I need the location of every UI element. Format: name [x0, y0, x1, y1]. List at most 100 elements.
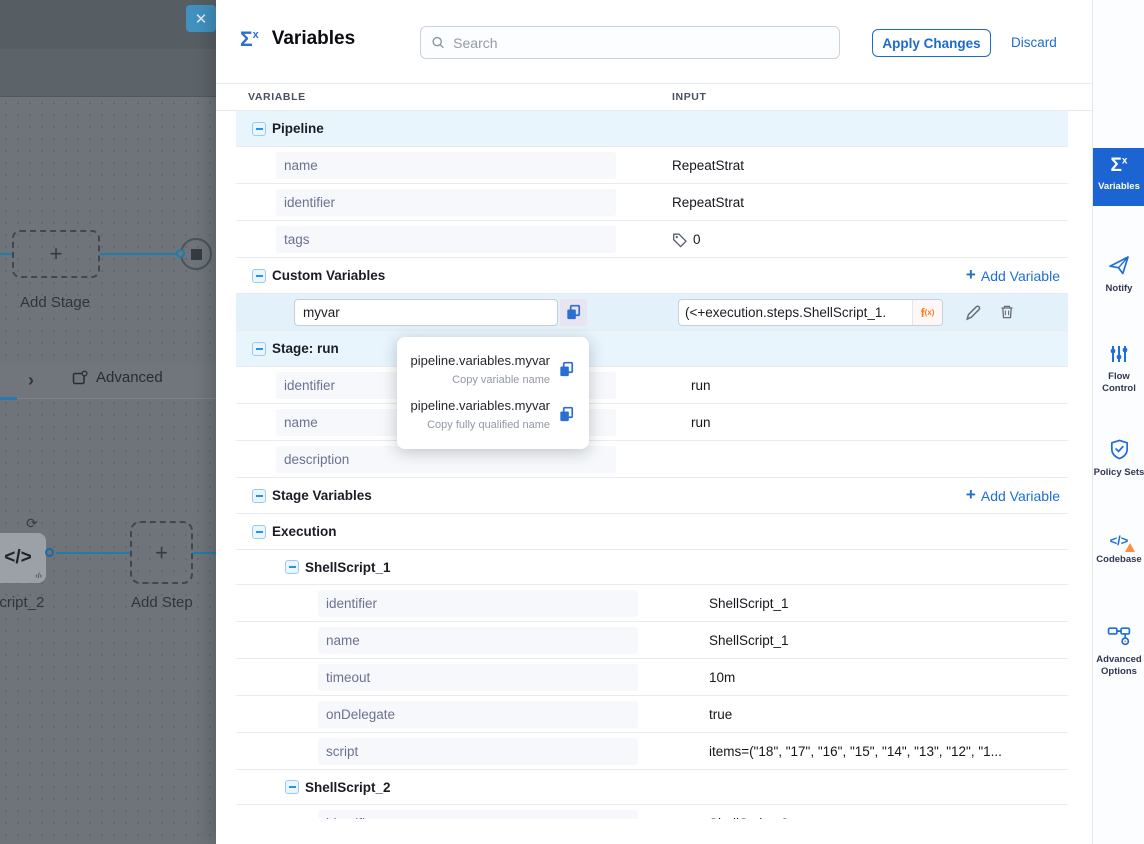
close-icon[interactable]: ✕ — [186, 5, 216, 32]
right-sidebar: ΣxVariables Notify Flow Control Policy Sets… — [1092, 0, 1144, 844]
plus-icon: + — [966, 485, 976, 505]
variables-table: PipelinenameRepeatStratidentifierRepeatS… — [236, 111, 1068, 819]
variable-value: RepeatStrat — [672, 147, 744, 184]
shield-check-icon — [1108, 438, 1131, 461]
copy-action-label: Copy fully qualified name — [411, 419, 550, 431]
paper-plane-icon — [1107, 253, 1131, 277]
variable-value: run — [691, 404, 711, 441]
variable-value: ShellScript_1 — [709, 622, 789, 659]
variable-value: true — [709, 696, 732, 733]
section-row: Stage Variables +Add Variable — [236, 478, 1068, 514]
add-step-label: Add Step — [131, 594, 193, 611]
sidebar-item-variables[interactable]: ΣxVariables — [1093, 148, 1144, 206]
sidebar-item-label: Policy Sets — [1091, 467, 1144, 479]
variable-name: onDelegate — [318, 701, 638, 728]
variable-name: name — [318, 627, 638, 654]
sliders-icon — [1108, 343, 1130, 365]
variable-path: pipeline.variables.myvar — [411, 353, 550, 368]
flowchart-gear-icon — [1107, 623, 1132, 648]
add-variable-button[interactable]: +Add Variable — [966, 478, 1060, 513]
edge-connector-dot — [45, 548, 54, 557]
variable-name: tags — [276, 226, 616, 253]
add-variable-button[interactable]: +Add Variable — [966, 258, 1060, 293]
variable-value: 10m — [709, 659, 735, 696]
drawer-header: Σx Variables Apply Changes Discard — [216, 0, 1092, 84]
collapse-icon[interactable] — [252, 525, 266, 539]
chevron-right-icon[interactable]: › — [28, 370, 34, 391]
variable-row: tags 0 — [236, 221, 1068, 258]
variable-row: scriptitems=("18", "17", "16", "15", "14… — [236, 733, 1068, 770]
table-column-header: VARIABLE INPUT — [216, 84, 1092, 111]
collapse-icon[interactable] — [252, 342, 266, 356]
copy-menu-item[interactable]: pipeline.variables.myvar Copy fully quali… — [409, 392, 577, 437]
trash-icon[interactable] — [998, 303, 1017, 322]
code-warning-icon: </> — [1110, 533, 1129, 548]
copy-action-label: Copy variable name — [411, 374, 550, 386]
section-row: Custom Variables +Add Variable — [236, 258, 1068, 294]
fx-expression-icon[interactable]: f(x) — [912, 300, 942, 325]
variable-name-input[interactable] — [294, 299, 558, 326]
copy-icon[interactable] — [558, 361, 575, 378]
variable-name: identifier — [318, 810, 638, 819]
collapse-icon[interactable] — [285, 560, 299, 574]
editor-toolbar — [0, 0, 216, 49]
plus-icon: + — [966, 265, 976, 285]
search-box — [420, 26, 840, 59]
apply-changes-button[interactable]: Apply Changes — [872, 29, 991, 57]
subsection-row: ShellScript_2 — [236, 770, 1068, 805]
subsection-row: ShellScript_1 — [236, 550, 1068, 585]
pencil-icon[interactable] — [964, 303, 983, 322]
variables-drawer: Σx Variables Apply Changes Discard VARIA… — [216, 0, 1092, 844]
search-input[interactable] — [453, 35, 829, 51]
sidebar-item-label: Codebase — [1091, 554, 1144, 566]
looping-strategy-icon: ⟳ — [26, 516, 38, 532]
variable-value: 0 — [672, 221, 701, 258]
expression-value: (<+execution.steps.ShellScript_1. — [679, 305, 912, 320]
sum-icon: Σx — [240, 29, 259, 50]
collapse-icon[interactable] — [252, 269, 266, 283]
tab-advanced[interactable]: Advanced — [72, 369, 163, 386]
pipeline-editor-dimmed: ✕ + Add Stage › Advanced ⟳ </>‹/› + lScr… — [0, 0, 216, 844]
variable-row: name ShellScript_1 — [236, 622, 1068, 659]
section-label: ShellScript_1 — [305, 550, 391, 585]
advanced-tab-label: Advanced — [96, 369, 163, 386]
shellscript-step-node[interactable]: </>‹/› — [0, 533, 46, 583]
copy-menu-item[interactable]: pipeline.variables.myvar Copy variable na… — [409, 347, 577, 392]
variable-name: description — [276, 446, 616, 473]
collapse-icon[interactable] — [252, 489, 266, 503]
collapse-icon[interactable] — [252, 122, 266, 136]
sidebar-item-policy-sets[interactable]: Policy Sets — [1093, 428, 1144, 479]
column-input: INPUT — [672, 91, 707, 103]
section-label: Custom Variables — [272, 258, 385, 294]
variable-name: timeout — [318, 664, 638, 691]
column-variable: VARIABLE — [248, 91, 306, 103]
section-row: Pipeline — [236, 111, 1068, 147]
variable-path: pipeline.variables.myvar — [411, 398, 550, 413]
variable-row: identifier ShellScript_2 — [236, 805, 1068, 819]
sidebar-item-advanced-options[interactable]: Advanced Options — [1093, 613, 1144, 678]
section-row: Stage: run — [236, 331, 1068, 367]
stage-edge — [100, 253, 180, 255]
section-label: Stage Variables — [272, 478, 372, 514]
variable-name: identifier — [318, 590, 638, 617]
add-stage-label: Add Stage — [20, 294, 90, 311]
sidebar-item-codebase[interactable]: </> Codebase — [1093, 523, 1144, 566]
variable-row: onDelegate true — [236, 696, 1068, 733]
section-label: ShellScript_2 — [305, 770, 391, 805]
variable-value: ShellScript_2 — [709, 805, 789, 819]
add-stage-node[interactable]: + — [12, 230, 100, 278]
copy-icon[interactable] — [558, 406, 575, 423]
page-title: Variables — [272, 28, 355, 50]
edge-connector-dot — [176, 249, 185, 258]
copy-icon[interactable] — [560, 299, 587, 326]
sidebar-item-notify[interactable]: Notify — [1093, 243, 1144, 295]
search-icon — [431, 35, 445, 50]
variable-value-input[interactable]: (<+execution.steps.ShellScript_1.f(x) — [678, 299, 943, 326]
step-edge — [56, 552, 130, 554]
add-step-node[interactable]: + — [130, 521, 193, 584]
tag-icon — [672, 232, 688, 248]
sum-icon: Σx — [1111, 156, 1128, 175]
sidebar-item-flow-control[interactable]: Flow Control — [1093, 333, 1144, 395]
discard-button[interactable]: Discard — [1011, 35, 1057, 50]
collapse-icon[interactable] — [285, 780, 299, 794]
